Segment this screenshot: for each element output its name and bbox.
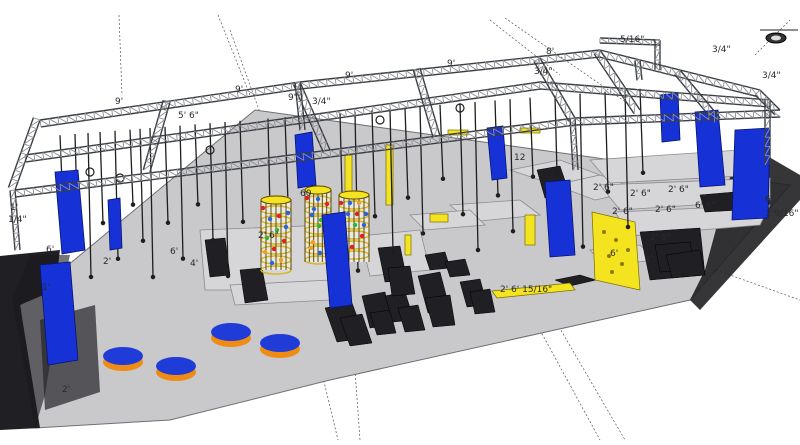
dim-label: 3/4" [712,45,731,55]
disc-2 [156,357,196,381]
dim-label: 2' 6" [668,185,689,195]
dim-label: 6' 6" [695,201,716,211]
dim-label: 1' [42,283,50,293]
dim-label: 2' [62,385,70,395]
dim-label: 2' 6" [630,189,651,199]
dim-label: 4' [190,259,198,269]
dim-label: 9' [288,93,296,103]
truss-beam [634,59,643,81]
truss-beam [597,49,761,98]
gym-ring [85,167,95,177]
dim-label: 2' 6" [655,205,676,215]
truss-beam [412,67,441,139]
disc-3 [211,323,251,347]
dim-label: 9' [447,59,455,69]
dim-label: 9' [235,85,243,95]
dim-label: 5' 6" [178,111,199,121]
dim-label: 2' 6" [593,183,614,193]
truss-beam [593,49,641,115]
dim-label: 1' [10,203,18,213]
ceiling-lamp-icon [760,29,798,44]
yellow-block [524,214,536,246]
dim-label: 2' [103,257,111,267]
gym-layout-3d-model: 9' 9' 9' 9' 8' 5/16" 3/4" 3/4" 5' 6" 3/4… [0,14,800,441]
cage-cylinders [260,185,370,275]
dim-label: 1/4" [8,215,27,225]
dim-label: 2' 6" [258,231,279,241]
dim-label: 2' 6" [650,233,671,243]
dim-label: 12 [514,153,525,163]
gym-ring [375,115,385,125]
sketchup-viewport[interactable]: 9' 9' 9' 9' 8' 5/16" 3/4" 3/4" 5' 6" 3/4… [0,0,800,445]
dim-label: 5/16" [620,35,644,45]
dim-label: 1' [645,255,653,265]
dim-label: 6' [610,249,618,259]
dim-label: 3/4" [534,67,553,77]
dim-label: 2' 6" [612,207,633,217]
dim-label: 9' [345,71,353,81]
dim-label: 2' 6' 15/16" [500,285,552,295]
dim-label: 6' [170,247,178,257]
disc-1 [103,347,143,371]
dim-label: 8' [546,47,554,57]
dim-label: 2'9/16" [766,209,799,219]
dim-label: 3/4" [762,71,781,81]
yellow-rung [404,234,412,256]
dim-label: 9' [115,97,123,107]
disc-4 [260,334,300,358]
dim-label: 6' [46,245,54,255]
yellow-rung [429,213,449,223]
dim-label: 3/4" [312,97,331,107]
dim-label: 6' [765,195,773,205]
dim-label: 60 [300,189,312,199]
